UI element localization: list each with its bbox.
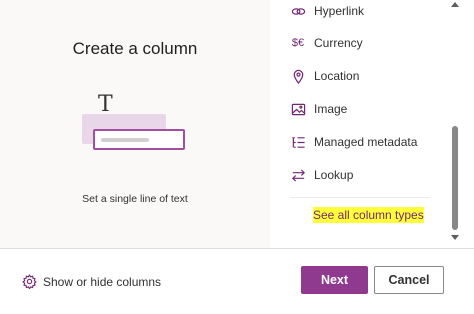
show-hide-columns-label: Show or hide columns (43, 274, 162, 289)
column-type-currency[interactable]: $€ Currency (290, 32, 363, 54)
illustration-textbox (93, 129, 185, 150)
column-type-managed-metadata[interactable]: Managed metadata (290, 131, 417, 153)
list-divider (290, 197, 430, 198)
preview-description: Set a single line of text (82, 193, 188, 205)
text-column-illustration: T (80, 94, 190, 160)
cancel-button[interactable]: Cancel (374, 266, 444, 294)
illustration-text-line (101, 138, 149, 142)
lookup-arrows-icon (290, 167, 306, 183)
column-type-hyperlink[interactable]: Hyperlink (290, 0, 364, 22)
column-type-lookup[interactable]: Lookup (290, 164, 353, 186)
column-type-label: Hyperlink (314, 4, 365, 18)
column-type-image[interactable]: Image (290, 98, 347, 120)
column-type-label: Location (314, 69, 360, 83)
column-type-list: Hyperlink $€ Currency Location Image Man… (270, 0, 450, 248)
scroll-down-arrow-icon[interactable] (451, 235, 459, 240)
preview-title: Create a column (72, 39, 198, 58)
column-type-label: Lookup (314, 168, 354, 182)
show-hide-columns-button[interactable]: Show or hide columns (22, 274, 162, 290)
column-list-scrollbar[interactable] (449, 0, 461, 248)
column-type-location[interactable]: Location (290, 65, 359, 87)
currency-icon: $€ (291, 37, 305, 49)
link-icon (290, 3, 306, 19)
next-button[interactable]: Next (301, 266, 368, 294)
gear-icon (22, 274, 37, 290)
see-all-column-types-link[interactable]: See all column types (313, 207, 424, 223)
image-icon (290, 101, 306, 117)
column-type-label: Image (314, 102, 348, 116)
column-preview-pane: Create a column T Set a single line of t… (0, 0, 270, 248)
scroll-up-arrow-icon[interactable] (451, 2, 459, 7)
footer-divider (0, 248, 474, 249)
column-type-label: Managed metadata (314, 135, 418, 149)
column-type-label: Currency (314, 36, 363, 50)
metadata-icon (290, 134, 306, 150)
location-pin-icon (290, 68, 306, 84)
scrollbar-thumb[interactable] (452, 126, 458, 230)
text-type-icon: T (98, 92, 113, 117)
